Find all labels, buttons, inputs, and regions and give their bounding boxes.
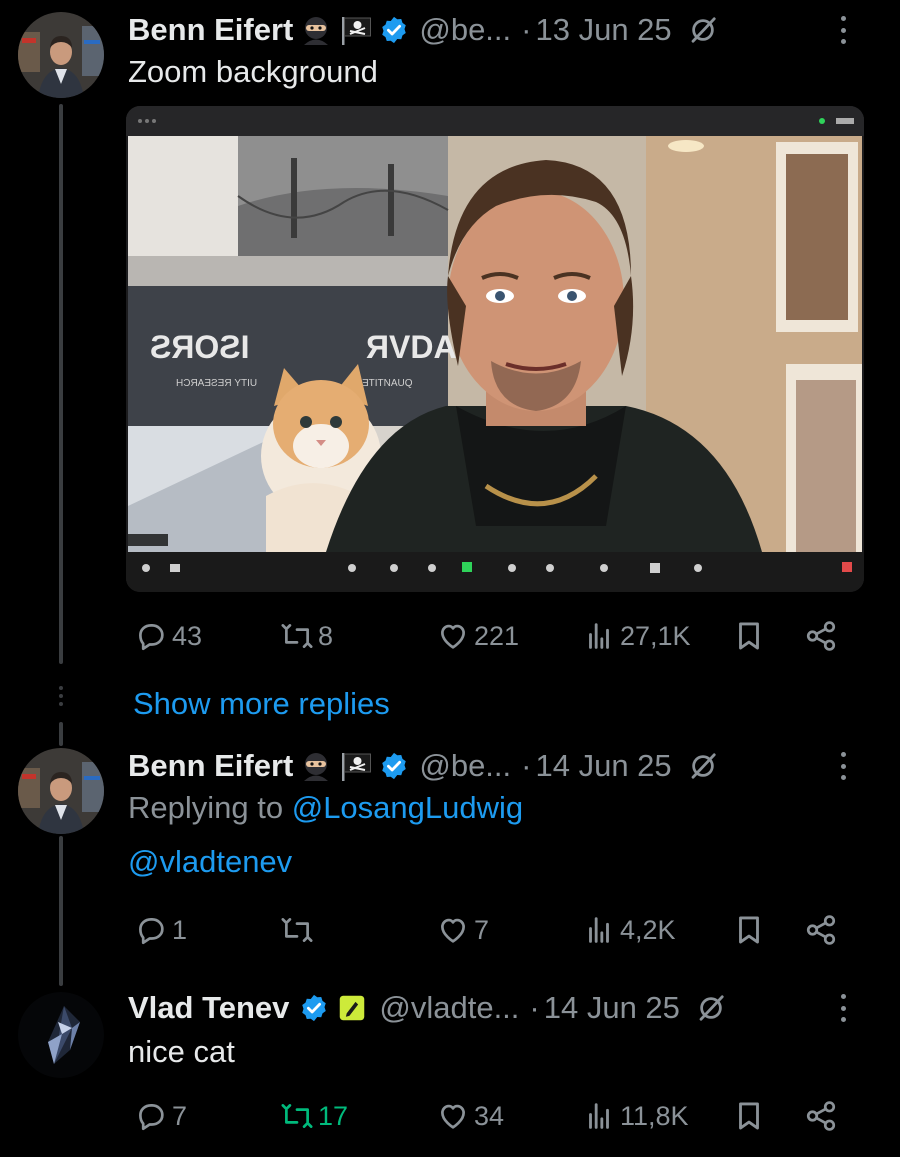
like-button[interactable]: 7	[436, 908, 489, 952]
view-count: 11,8K	[620, 1100, 689, 1131]
views-chart-icon	[589, 623, 609, 649]
tweet-text: nice cat	[128, 1034, 235, 1069]
verified-badge-icon	[302, 994, 327, 1022]
share-button[interactable]	[804, 908, 838, 952]
tweet-media-image[interactable]: ƧЯOƧI ЯVDA HƆЯAƎƧƎЯ YTIU ƎTITNAUQ	[126, 106, 864, 592]
bookmark-icon	[739, 622, 759, 650]
repost-button[interactable]: 8	[280, 614, 333, 658]
separator: ·	[521, 12, 532, 47]
user-handle[interactable]: @vladte...	[379, 990, 519, 1026]
views-button[interactable]: 4,2K	[582, 908, 676, 952]
pirate-flag-emoji-icon	[339, 14, 373, 46]
poster-text: ЯVDA	[366, 329, 457, 365]
thread-line	[59, 722, 63, 746]
reply-icon	[139, 1104, 164, 1131]
tweet-header: Benn Eifert @be... · 13 Jun 25	[128, 8, 718, 52]
repost-icon	[281, 918, 313, 942]
views-button[interactable]: 11,8K	[582, 1094, 689, 1138]
bookmark-icon	[739, 1102, 759, 1130]
views-chart-icon	[589, 1103, 609, 1129]
views-chart-icon	[589, 917, 609, 943]
separator: ·	[521, 748, 532, 783]
reply-count: 7	[172, 1100, 188, 1131]
view-count: 27,1K	[620, 620, 691, 651]
replying-to-mention[interactable]: @LosangLudwig	[292, 790, 523, 825]
views-button[interactable]: 27,1K	[582, 614, 691, 658]
share-icon	[806, 621, 836, 651]
more-options-icon[interactable]	[836, 12, 850, 48]
replying-to-label: Replying to	[128, 790, 292, 825]
tweet-date[interactable]: 14 Jun 25	[544, 990, 680, 1026]
verified-badge-icon	[382, 16, 407, 44]
reply-button[interactable]: 1	[134, 908, 187, 952]
heart-icon	[441, 1104, 465, 1129]
like-count: 7	[474, 914, 490, 945]
show-more-replies-link[interactable]: Show more replies	[133, 686, 390, 722]
bookmark-button[interactable]	[732, 1094, 766, 1138]
repost-count: 17	[318, 1100, 349, 1131]
tweet-date[interactable]: 13 Jun 25	[535, 12, 671, 48]
view-count: 4,2K	[620, 914, 676, 945]
tweet-actions: 43 8 221 27,1K	[128, 614, 848, 658]
display-name[interactable]: Vlad Tenev	[128, 990, 289, 1026]
pirate-flag-emoji-icon	[339, 750, 373, 782]
reply-icon	[139, 918, 164, 945]
more-options-icon[interactable]	[836, 990, 850, 1026]
poster-text: ƧЯOƧI	[150, 329, 249, 365]
share-button[interactable]	[804, 1094, 838, 1138]
tweet-date[interactable]: 14 Jun 25	[535, 748, 671, 784]
bookmark-button[interactable]	[732, 908, 766, 952]
grok-icon[interactable]	[688, 751, 718, 781]
replying-to-line: Replying to @LosangLudwig	[128, 790, 523, 826]
thread-gap-dots	[59, 686, 63, 706]
repost-icon	[281, 624, 313, 648]
thread-line	[59, 836, 63, 986]
like-button[interactable]: 34	[436, 1094, 504, 1138]
heart-icon	[441, 624, 465, 649]
repost-button-active[interactable]: 17	[280, 1094, 348, 1138]
reply-count: 43	[172, 620, 203, 651]
verified-badge-icon	[382, 752, 407, 780]
bookmark-button[interactable]	[732, 614, 766, 658]
repost-count: 8	[318, 620, 334, 651]
thread-line	[59, 104, 63, 664]
share-button[interactable]	[804, 614, 838, 658]
reply-button[interactable]: 43	[134, 614, 202, 658]
ninja-emoji-icon	[299, 14, 333, 46]
more-options-icon[interactable]	[836, 748, 850, 784]
like-count: 221	[474, 620, 520, 651]
repost-icon	[281, 1104, 313, 1128]
ninja-emoji-icon	[299, 750, 333, 782]
separator: ·	[529, 990, 540, 1025]
display-name[interactable]: Benn Eifert	[128, 12, 293, 48]
repost-button[interactable]	[280, 908, 318, 952]
poster-subtext: ƎTITNAUQ	[362, 378, 413, 389]
avatar[interactable]	[18, 12, 104, 98]
share-icon	[806, 915, 836, 945]
like-count: 34	[474, 1100, 505, 1131]
grok-icon[interactable]	[696, 993, 726, 1023]
bookmark-icon	[739, 916, 759, 944]
tweet-text: Zoom background	[128, 54, 378, 89]
user-handle[interactable]: @be...	[419, 12, 511, 48]
share-icon	[806, 1101, 836, 1131]
avatar[interactable]	[18, 992, 104, 1078]
display-name[interactable]: Benn Eifert	[128, 748, 293, 784]
tweet-text-mention[interactable]: @vladtenev	[128, 844, 292, 880]
affiliate-badge-icon	[335, 992, 369, 1024]
tweet-header: Benn Eifert @be... · 14 Jun 25	[128, 744, 718, 788]
tweet-header: Vlad Tenev @vladte... · 14 Jun 25	[128, 986, 726, 1030]
reply-icon	[139, 624, 164, 651]
reply-count: 1	[172, 914, 188, 945]
user-handle[interactable]: @be...	[419, 748, 511, 784]
avatar[interactable]	[18, 748, 104, 834]
poster-subtext: HƆЯAƎƧƎЯ YTIU	[176, 378, 257, 389]
tweet-actions: 7 17 34 11,8K	[128, 1094, 848, 1138]
heart-icon	[441, 918, 465, 943]
grok-icon[interactable]	[688, 15, 718, 45]
reply-button[interactable]: 7	[134, 1094, 187, 1138]
like-button[interactable]: 221	[436, 614, 519, 658]
tweet-actions: 1 7 4,2K	[128, 908, 848, 952]
